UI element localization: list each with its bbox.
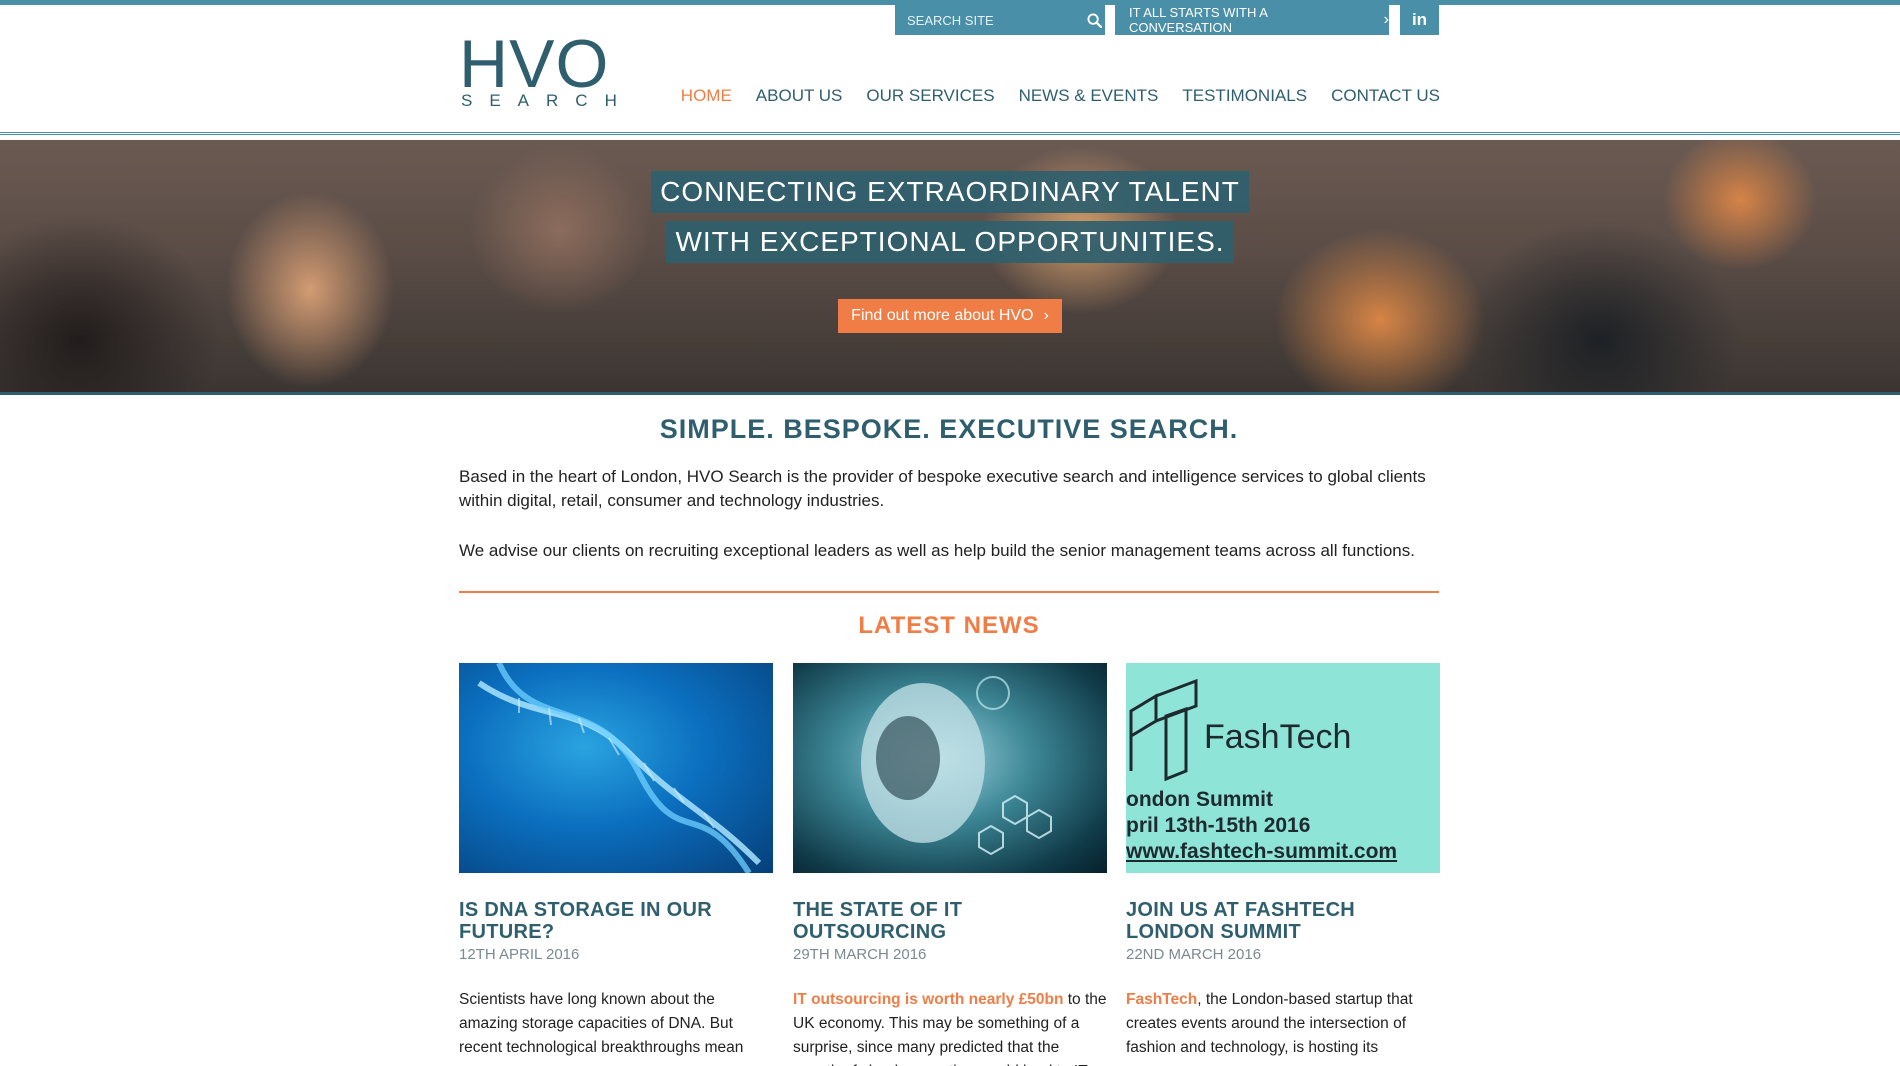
news-card-fashtech: FashTech ondon Summit pril 13th-15th 201…: [1126, 663, 1440, 1060]
find-out-more-button[interactable]: Find out more about HVO ›: [838, 299, 1062, 333]
news-excerpt-highlight[interactable]: FashTech: [1126, 991, 1197, 1008]
nav-about-us[interactable]: ABOUT US: [756, 86, 843, 106]
conversation-button[interactable]: IT ALL STARTS WITH A CONVERSATION ›: [1115, 5, 1389, 35]
main-navigation: HOME ABOUT US OUR SERVICES NEWS & EVENTS…: [681, 86, 1440, 106]
search-icon: [1086, 12, 1102, 28]
nav-home[interactable]: HOME: [681, 86, 732, 106]
nav-news-events[interactable]: NEWS & EVENTS: [1019, 86, 1159, 106]
news-excerpt-body: Scientists have long known about the ama…: [459, 991, 744, 1056]
fashtech-logo-icon: [1129, 678, 1198, 781]
fashtech-image[interactable]: FashTech ondon Summit pril 13th-15th 201…: [1126, 663, 1440, 873]
hero-headline-1: CONNECTING EXTRAORDINARY TALENT: [0, 171, 1900, 213]
news-date: 12TH APRIL 2016: [459, 946, 580, 963]
hero-headline-2: WITH EXCEPTIONAL OPPORTUNITIES.: [0, 221, 1900, 263]
news-card-dna: IS DNA STORAGE IN OUR FUTURE? 12TH APRIL…: [459, 663, 773, 1060]
tagline: SIMPLE. BESPOKE. EXECUTIVE SEARCH.: [659, 414, 1239, 444]
nav-testimonials[interactable]: TESTIMONIALS: [1182, 86, 1307, 106]
hvo-search-logo[interactable]: HVO SEARCH: [459, 30, 619, 110]
latest-news-heading: LATEST NEWS: [858, 612, 1040, 639]
news-title[interactable]: JOIN US AT FASHTECH LONDON SUMMIT: [1126, 899, 1440, 943]
intro-paragraph-2: We advise our clients on recruiting exce…: [459, 541, 1415, 560]
news-date: 29TH MARCH 2016: [793, 946, 927, 963]
news-excerpt-highlight[interactable]: IT outsourcing is worth nearly £50bn: [793, 991, 1063, 1008]
section-divider: [459, 591, 1439, 593]
chevron-right-icon: ›: [1383, 11, 1389, 28]
fashtech-brand: FashTech: [1204, 718, 1352, 756]
news-excerpt: Scientists have long known about the ama…: [459, 988, 773, 1060]
dna-image[interactable]: [459, 663, 773, 873]
robot-image[interactable]: [793, 663, 1107, 873]
search-input[interactable]: [895, 5, 1083, 35]
fashtech-line-1: ondon Summit: [1126, 788, 1273, 811]
chevron-right-icon: ›: [1043, 307, 1049, 324]
robot-head-icon: [861, 676, 1052, 856]
news-card-it-outsourcing: THE STATE OF IT OUTSOURCING 29TH MARCH 2…: [793, 663, 1107, 1066]
intro-text: Based in the heart of London, HVO Search…: [459, 465, 1439, 563]
hero-banner: CONNECTING EXTRAORDINARY TALENT WITH EXC…: [0, 140, 1900, 393]
intro-paragraph-1: Based in the heart of London, HVO Search…: [459, 467, 1426, 510]
news-title[interactable]: IS DNA STORAGE IN OUR FUTURE?: [459, 899, 773, 943]
hero-bottom-border: [0, 392, 1900, 395]
news-title[interactable]: THE STATE OF IT OUTSOURCING: [793, 899, 1107, 943]
news-date: 22ND MARCH 2016: [1126, 946, 1262, 963]
search-button[interactable]: [1083, 5, 1105, 35]
logo-sub-text: SEARCH: [461, 91, 634, 110]
logo-main-text: HVO: [459, 26, 610, 102]
nav-our-services[interactable]: OUR SERVICES: [866, 86, 994, 106]
fashtech-line-2: pril 13th-15th 2016: [1126, 814, 1311, 837]
linkedin-button[interactable]: in: [1400, 5, 1439, 35]
dna-helix-icon: [477, 663, 762, 873]
linkedin-icon: in: [1411, 10, 1428, 29]
find-out-more-label: Find out more about HVO: [851, 307, 1034, 324]
conversation-label: IT ALL STARTS WITH A CONVERSATION: [1129, 5, 1268, 35]
site-search: [895, 5, 1105, 35]
news-excerpt: FashTech, the London-based startup that …: [1126, 988, 1440, 1060]
news-excerpt: IT outsourcing is worth nearly £50bn to …: [793, 988, 1107, 1066]
fashtech-line-3: www.fashtech-summit.com: [1126, 840, 1398, 863]
header-divider: [0, 132, 1900, 135]
nav-contact-us[interactable]: CONTACT US: [1331, 86, 1440, 106]
